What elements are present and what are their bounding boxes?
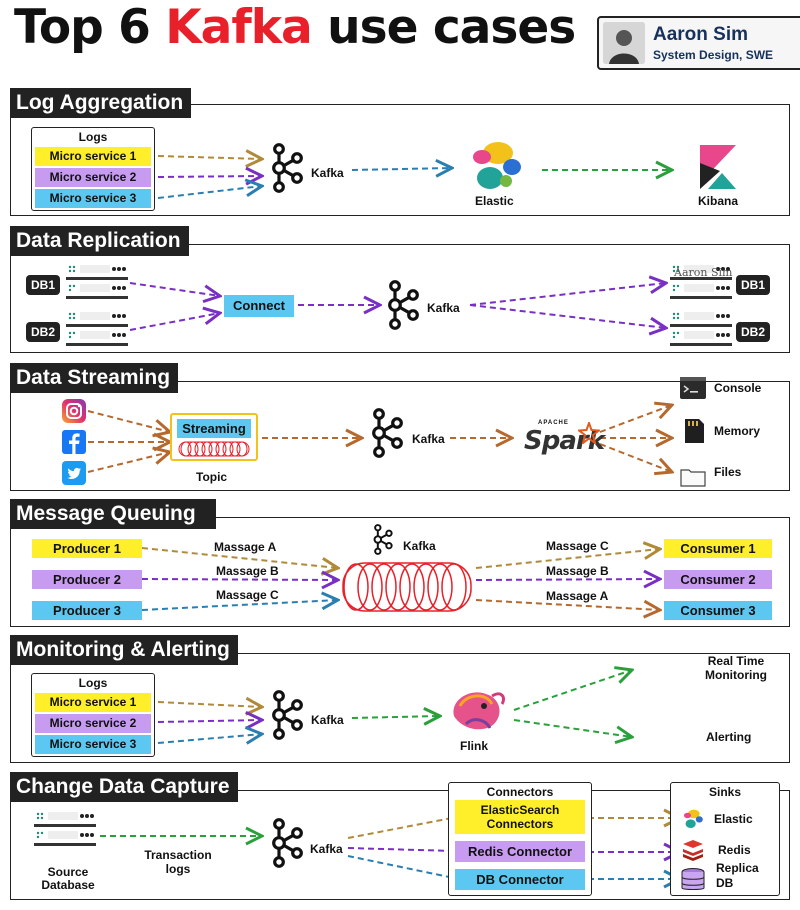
- memory-label: Memory: [714, 424, 761, 438]
- facebook-icon: [62, 430, 86, 459]
- consumer-1: Consumer 1: [664, 539, 772, 558]
- kafka-icon: [268, 690, 304, 745]
- sinks-title: Sinks: [708, 785, 741, 799]
- elastic-icon: [682, 808, 704, 835]
- real-time-monitoring-label: Real Time Monitoring: [705, 654, 767, 682]
- message-in-a: Massage A: [214, 540, 277, 554]
- kafka-icon: [268, 818, 304, 873]
- server-icon: [66, 263, 128, 308]
- kibana-icon: [698, 143, 738, 196]
- micro-service-2: Micro service 2: [35, 168, 151, 187]
- micro-service-1: Micro service 1: [35, 693, 151, 712]
- message-in-b: Massage B: [216, 564, 279, 578]
- topic-partitions-icon: [178, 441, 250, 462]
- db-connector: DB Connector: [455, 869, 585, 890]
- producer-3: Producer 3: [32, 601, 142, 620]
- alerting-label: Alerting: [706, 730, 752, 744]
- flink-icon: [446, 686, 508, 741]
- consumer-3: Consumer 3: [664, 601, 772, 620]
- elastic-label: Elastic: [475, 194, 514, 208]
- transaction-logs-label: Transaction logs: [144, 848, 212, 876]
- message-out-c: Massage C: [546, 539, 609, 553]
- message-out-a: Massage A: [546, 589, 609, 603]
- kafka-label: Kafka: [310, 842, 343, 856]
- redis-sink-label: Redis: [718, 843, 751, 857]
- kafka-icon: [368, 408, 404, 463]
- server-icon: [66, 310, 128, 355]
- logs-title: Logs: [78, 130, 108, 144]
- kafka-icon: [371, 524, 393, 560]
- micro-service-2: Micro service 2: [35, 714, 151, 733]
- elastic-sink-label: Elastic: [714, 812, 753, 826]
- producer-2: Producer 2: [32, 570, 142, 589]
- micro-service-3: Micro service 3: [35, 189, 151, 208]
- streaming-label: Streaming: [177, 419, 251, 438]
- database-icon: [680, 868, 706, 897]
- message-out-b: Massage B: [546, 564, 609, 578]
- connectors-title: Connectors: [486, 785, 554, 799]
- kafka-label: Kafka: [311, 713, 344, 727]
- elasticsearch-connector: ElasticSearch Connectors: [455, 800, 585, 834]
- logs-title: Logs: [78, 676, 108, 690]
- twitter-icon: [62, 461, 86, 490]
- source-database-label: Source Database: [41, 865, 95, 892]
- files-label: Files: [714, 465, 742, 479]
- topic-label: Topic: [196, 470, 228, 484]
- db2-source-tag: DB2: [26, 322, 61, 342]
- kafka-label: Kafka: [403, 539, 436, 553]
- memory-card-icon: [683, 418, 705, 449]
- kafka-label: Kafka: [412, 432, 445, 446]
- consumer-2: Consumer 2: [664, 570, 772, 589]
- instagram-icon: [62, 399, 86, 428]
- kibana-label: Kibana: [698, 194, 739, 208]
- source-database-icon: [34, 810, 96, 855]
- db2-target-tag: DB2: [736, 322, 771, 342]
- queue-partitions-icon: [342, 562, 472, 617]
- replica-db-sink-label: Replica DB: [716, 861, 759, 890]
- elastic-icon: [468, 140, 524, 197]
- connect-box: Connect: [224, 295, 294, 317]
- redis-icon: [682, 840, 704, 867]
- micro-service-3: Micro service 3: [35, 735, 151, 754]
- server-icon: [670, 310, 732, 355]
- kafka-label: Kafka: [311, 166, 344, 180]
- flink-label: Flink: [460, 739, 489, 753]
- kafka-icon: [384, 280, 420, 335]
- watermark: Aaron Sim: [674, 266, 733, 279]
- message-in-c: Massage C: [216, 588, 279, 602]
- kafka-icon: [268, 143, 304, 198]
- console-label: Console: [714, 381, 762, 395]
- db1-target-tag: DB1: [736, 275, 771, 295]
- producer-1: Producer 1: [32, 539, 142, 558]
- console-icon: [680, 377, 706, 404]
- micro-service-1: Micro service 1: [35, 147, 151, 166]
- folder-icon: [680, 467, 706, 492]
- kafka-label: Kafka: [427, 301, 460, 315]
- db1-source-tag: DB1: [26, 275, 61, 295]
- spark-star-icon: [578, 422, 600, 444]
- redis-connector: Redis Connector: [455, 841, 585, 862]
